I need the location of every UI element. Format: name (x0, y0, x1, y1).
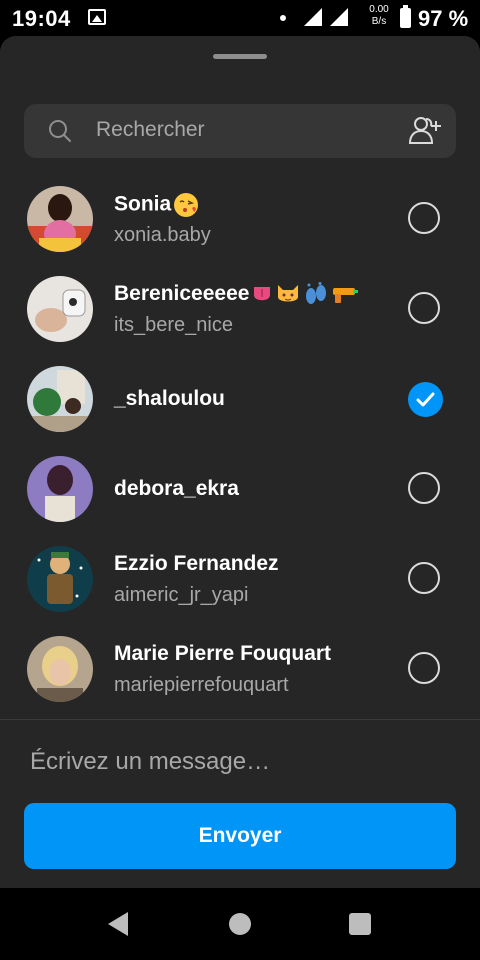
select-radio[interactable] (408, 562, 440, 594)
contact-username: xonia.baby (114, 224, 211, 246)
network-speed-unit: B/s (371, 16, 387, 27)
avatar (27, 456, 93, 522)
divider (0, 719, 480, 720)
cell-signal-icon (330, 8, 348, 26)
search-input[interactable]: Rechercher (96, 118, 205, 142)
avatar (27, 366, 93, 432)
navigation-bar (0, 888, 480, 960)
select-radio[interactable] (408, 652, 440, 684)
checkmark-icon (416, 392, 435, 407)
status-time: 19:04 (12, 6, 71, 31)
water-pistol-icon (333, 288, 359, 304)
avatar (27, 546, 93, 612)
contact-username: its_bere_nice (114, 314, 233, 336)
select-radio[interactable] (408, 472, 440, 504)
contact-name: Marie Pierre Fouquart (114, 642, 332, 665)
avatar (27, 186, 93, 252)
contact-name: Sonia (114, 192, 199, 218)
face-blowing-kiss-icon (174, 193, 199, 217)
notification-dot-icon (280, 15, 286, 21)
tongue-icon (254, 287, 271, 301)
network-speed: 0.00 B/s (366, 4, 392, 28)
add-people-icon[interactable] (408, 115, 442, 147)
contact-name: Ezzio Fernandez (114, 552, 279, 575)
contact-username: mariepierrefouquart (114, 674, 289, 696)
battery-icon (400, 5, 411, 28)
network-speed-value: 0.00 (369, 4, 389, 15)
contact-name: _shaloulou (114, 387, 225, 410)
list-item[interactable]: Berenicee​eee its_bere_nice (0, 270, 480, 360)
select-radio[interactable] (408, 292, 440, 324)
contact-username: aimeric_jr_yapi (114, 584, 249, 606)
contact-name: debora_ekra (114, 477, 239, 500)
recents-icon[interactable] (349, 913, 371, 935)
list-item[interactable]: Sonia xonia.baby (0, 180, 480, 270)
search-bar[interactable]: Rechercher (24, 104, 456, 158)
select-radio-checked[interactable] (408, 382, 443, 417)
message-input[interactable]: Écrivez un message… (30, 748, 270, 776)
sheet-drag-handle[interactable] (213, 54, 267, 59)
share-sheet: Rechercher Sonia xonia.baby (0, 36, 480, 888)
list-item[interactable]: debora_ekra (0, 450, 480, 540)
footprints-icon (306, 282, 327, 305)
wifi-signal-icon (304, 8, 322, 26)
cat-face-icon (278, 285, 299, 302)
list-item[interactable]: Ezzio Fernandez aimeric_jr_yapi (0, 540, 480, 630)
status-bar: 19:04 0.00 B/s 97 % (0, 0, 480, 36)
search-icon (49, 120, 71, 142)
avatar (27, 276, 93, 342)
gallery-notification-icon (88, 9, 106, 25)
avatar (27, 636, 93, 702)
list-item[interactable]: Marie Pierre Fouquart mariepierrefouquar… (0, 630, 480, 720)
contact-name: Berenicee​eee (114, 282, 359, 306)
back-icon[interactable] (108, 912, 128, 936)
send-button[interactable]: Envoyer (24, 803, 456, 869)
home-icon[interactable] (229, 913, 251, 935)
select-radio[interactable] (408, 202, 440, 234)
list-item[interactable]: _shaloulou (0, 360, 480, 450)
battery-percentage: 97 % (418, 6, 469, 31)
